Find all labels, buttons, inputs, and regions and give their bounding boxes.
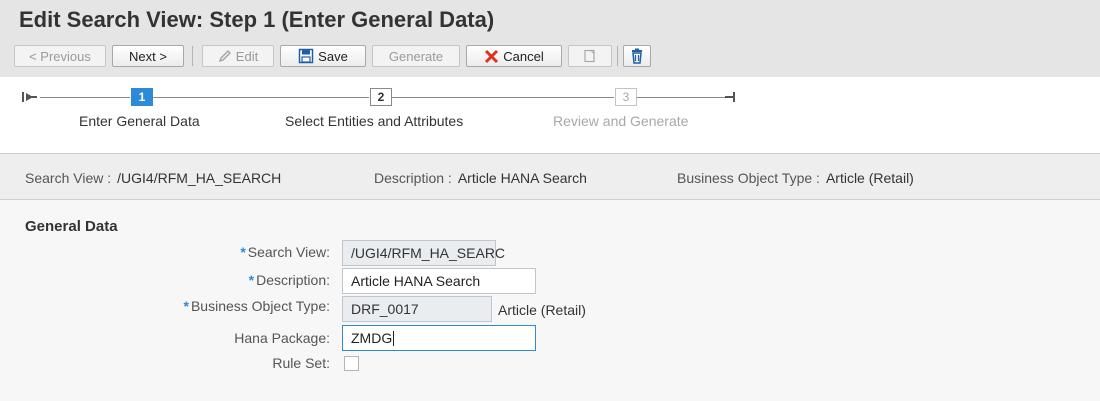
roadmap-line [40,97,130,98]
roadmap-line [637,97,727,98]
edit-button[interactable]: Edit [202,45,274,67]
search-view-field: /UGI4/RFM_HA_SEARC [342,240,505,266]
search-view-label: * Search View: [80,244,330,260]
description-label: * Description: [80,272,330,288]
summary-label: Business Object Type : [677,170,820,186]
summary-description: Description : Article HANA Search [374,170,587,186]
summary-label: Description : [374,170,452,186]
roadmap-step-1[interactable]: 1 [131,88,153,106]
pencil-icon [218,50,231,63]
roadmap-step-2-label[interactable]: Select Entities and Attributes [285,113,463,129]
step-number: 3 [622,90,630,104]
save-icon [298,48,314,64]
delete-button[interactable] [623,45,651,67]
field-value: DRF_0017 [351,301,419,317]
label-text: Business Object Type: [190,298,330,314]
cancel-button[interactable]: Cancel [466,45,562,67]
description-field[interactable]: Article HANA Search [342,268,536,294]
trash-icon [632,48,642,64]
required-marker: * [248,272,255,288]
roadmap-line [392,97,614,98]
roadmap-end-icon [725,92,735,102]
required-marker: * [183,298,189,314]
label-text: Description: [256,272,330,288]
field-value: Article HANA Search [351,273,481,289]
field-value: /UGI4/RFM_HA_SEARC [351,245,506,261]
required-marker: * [240,244,246,260]
previous-label: < Previous [29,48,91,64]
roadmap-step-3: 3 [615,88,637,106]
roadmap-line [153,97,369,98]
step-number: 1 [138,90,146,104]
cancel-label: Cancel [503,48,544,64]
roadmap-step-2[interactable]: 2 [370,88,392,106]
cancel-x-icon [485,49,499,63]
generate-button[interactable]: Generate [372,45,460,67]
roadmap-step-3-label: Review and Generate [553,113,689,129]
page-title: Edit Search View: Step 1 (Enter General … [19,7,495,32]
generate-label: Generate [388,48,444,64]
text-cursor [393,330,395,346]
business-object-type-label: * Business Object Type: [80,298,331,314]
previous-button[interactable]: < Previous [14,45,106,67]
step-number: 2 [377,90,385,104]
business-object-type-text: Article (Retail) [498,302,586,318]
summary-value: /UGI4/RFM_HA_SEARCH [117,170,282,186]
field-value: ZMDG [351,330,393,346]
summary-bo-type: Business Object Type : Article (Retail) [677,170,914,186]
edit-label: Edit [235,48,259,64]
next-label: Next > [129,48,167,64]
toolbar-separator [192,46,193,66]
section-title: General Data [25,218,118,235]
summary-label: Search View : [25,170,112,186]
copy-icon [584,49,595,63]
rule-set-label: Rule Set: [272,355,330,371]
roadmap-step-1-label[interactable]: Enter General Data [79,113,200,129]
roadmap-start-icon [22,92,37,102]
next-button[interactable]: Next > [112,45,184,67]
business-object-type-field: DRF_0017 [342,296,492,322]
label-text: Search View: [247,244,330,260]
toolbar-separator [617,46,618,66]
rule-set-checkbox[interactable] [344,356,359,371]
summary-value: Article (Retail) [825,170,914,186]
save-button[interactable]: Save [280,45,366,67]
copy-button[interactable] [568,45,612,67]
summary-search-view: Search View : /UGI4/RFM_HA_SEARCH [25,170,281,186]
hana-package-label: Hana Package: [234,330,330,346]
save-label: Save [318,48,348,64]
hana-package-input[interactable]: ZMDG [342,325,536,351]
summary-value: Article HANA Search [457,170,587,186]
